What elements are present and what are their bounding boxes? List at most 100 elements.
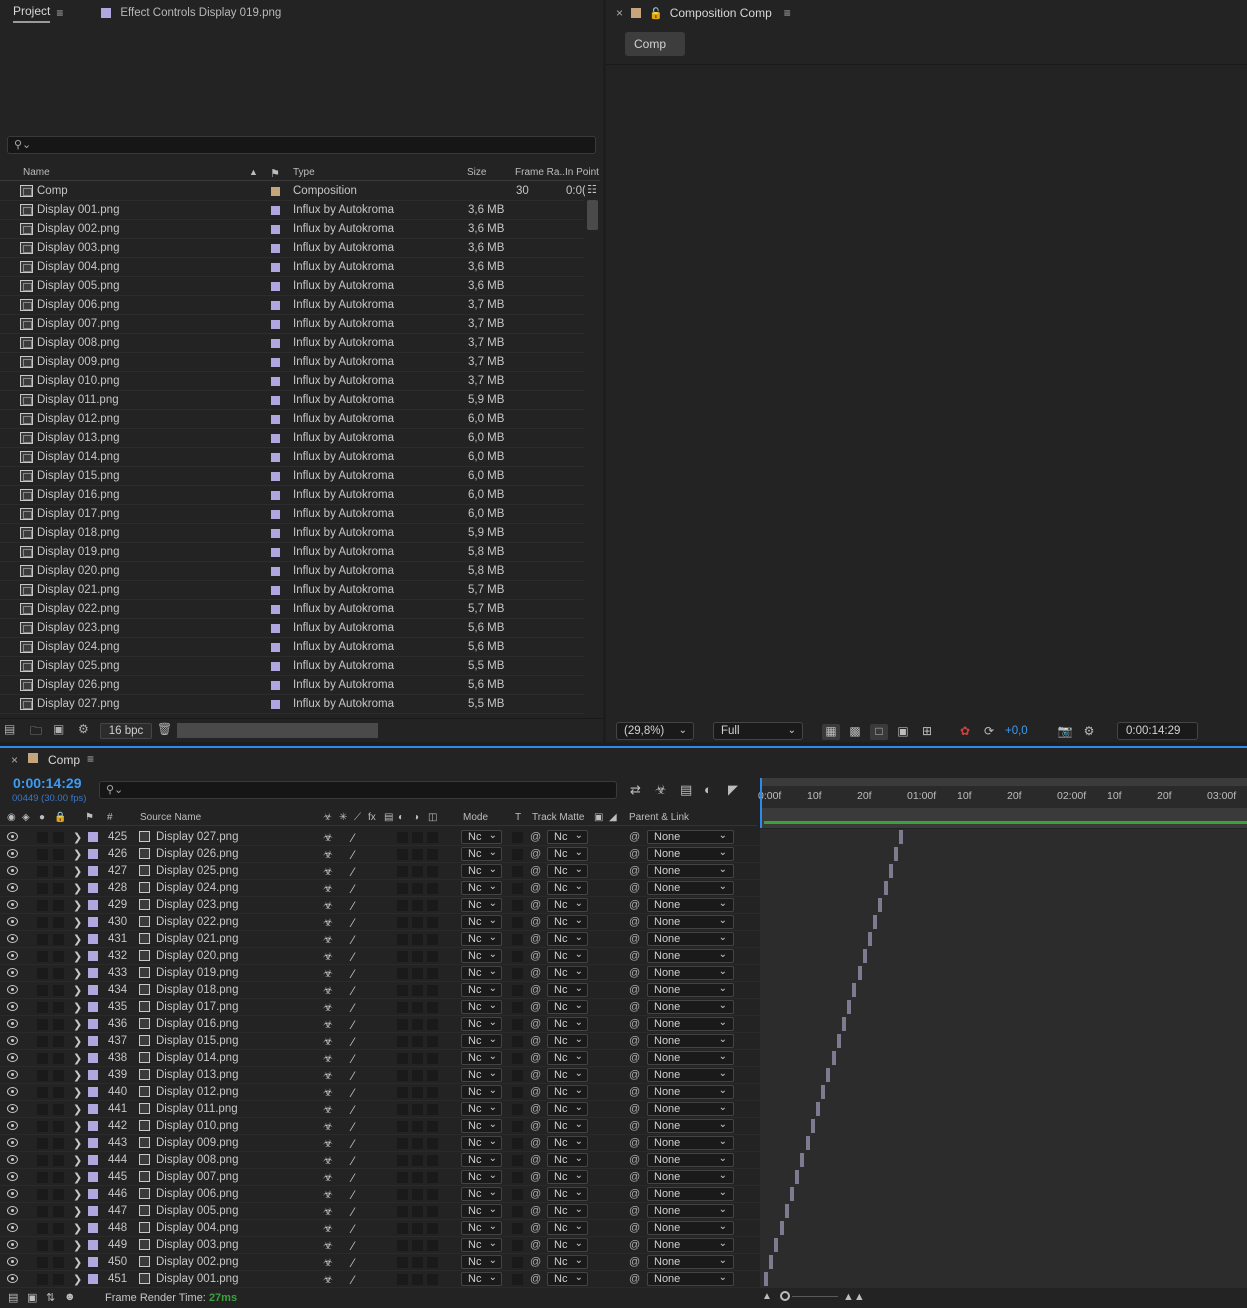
layer-source-name[interactable]: Display 024.png [156,882,238,894]
solo-toggle[interactable] [37,951,48,962]
blend-mode-dropdown[interactable]: Nc ⌄ [461,932,502,946]
switch-box[interactable] [397,934,408,945]
preserve-transparency-toggle[interactable] [512,1053,523,1064]
switch-box[interactable] [412,849,423,860]
quality-switch-icon[interactable]: ⁄ [352,1205,354,1219]
layer-track[interactable] [760,965,1247,982]
quality-switch-icon[interactable]: ⁄ [352,1120,354,1134]
switch-box[interactable] [412,1070,423,1081]
lock-icon[interactable]: 🔒 [54,812,66,823]
visibility-eye-icon[interactable] [7,1274,18,1283]
graph-editor-icon[interactable]: ◤ [728,782,738,798]
track-matte-dropdown[interactable]: Nc ⌄ [547,1272,588,1286]
switch-box[interactable] [427,917,438,928]
switch-box[interactable] [397,1070,408,1081]
switch-box[interactable] [397,1189,408,1200]
layer-duration-bar[interactable] [862,949,867,963]
matte-pickwhip-icon[interactable]: @ [530,1018,541,1030]
shy-switch-icon[interactable]: ☣ [323,1069,333,1082]
timeline-layer-row[interactable]: ❯ 430 Display 022.png ☣ ⁄ Nc ⌄ @ Nc ⌄ @ None ⌄ [0,914,1247,931]
switch-box[interactable] [427,1155,438,1166]
lock-toggle[interactable] [53,1223,64,1234]
switch-box[interactable] [412,1189,423,1200]
label-color-swatch[interactable] [271,700,280,709]
in-out-toggle-icon[interactable]: ⇅ [46,1291,55,1304]
switch-box[interactable] [397,917,408,928]
shy-switch-icon[interactable]: ☣ [323,1171,333,1184]
parent-pickwhip-icon[interactable]: @ [629,882,640,894]
expand-chevron-icon[interactable]: ❯ [73,933,82,946]
timeline-layer-row[interactable]: ❯ 449 Display 003.png ☣ ⁄ Nc ⌄ @ Nc ⌄ @ None ⌄ [0,1237,1247,1254]
parent-dropdown[interactable]: None ⌄ [647,983,734,997]
solo-toggle[interactable] [37,1053,48,1064]
timeline-layer-row[interactable]: ❯ 446 Display 006.png ☣ ⁄ Nc ⌄ @ Nc ⌄ @ None ⌄ [0,1186,1247,1203]
lock-toggle[interactable] [53,883,64,894]
shy-switch-icon[interactable]: ☣ [323,848,333,861]
expand-chevron-icon[interactable]: ❯ [73,967,82,980]
blend-mode-dropdown[interactable]: Nc ⌄ [461,1136,502,1150]
layer-label-swatch[interactable] [88,832,98,842]
switch-box[interactable] [427,832,438,843]
layer-label-swatch[interactable] [88,1070,98,1080]
switch-box[interactable] [397,1121,408,1132]
switch-box[interactable] [412,832,423,843]
timeline-search-input[interactable]: ⚲⌄ [99,781,617,799]
parent-dropdown[interactable]: None ⌄ [647,949,734,963]
switch-box[interactable] [427,985,438,996]
label-color-swatch[interactable] [271,187,280,196]
visibility-eye-icon[interactable] [7,1138,18,1147]
visibility-eye-icon[interactable] [7,1223,18,1232]
fast-preview-icon[interactable]: ▦ [822,724,840,740]
visibility-eye-icon[interactable] [7,1206,18,1215]
quality-switch-icon[interactable]: ⁄ [352,984,354,998]
switch-box[interactable] [397,1172,408,1183]
parent-pickwhip-icon[interactable]: @ [629,1239,640,1251]
preserve-transparency-toggle[interactable] [512,934,523,945]
label-color-swatch[interactable] [271,548,280,557]
layer-label-swatch[interactable] [88,985,98,995]
timeline-layer-row[interactable]: ❯ 440 Display 012.png ☣ ⁄ Nc ⌄ @ Nc ⌄ @ None ⌄ [0,1084,1247,1101]
lock-toggle[interactable] [53,1274,64,1285]
quality-switch-icon[interactable]: ⁄ [352,1103,354,1117]
track-matte-dropdown[interactable]: Nc ⌄ [547,1119,588,1133]
layer-track[interactable] [760,846,1247,863]
layer-source-name[interactable]: Display 020.png [156,950,238,962]
expand-chevron-icon[interactable]: ❯ [73,1086,82,1099]
project-item-row[interactable]: Display 008.png Influx by Autokroma 3,7 MB [0,334,584,353]
layer-label-swatch[interactable] [88,1138,98,1148]
timeline-layer-row[interactable]: ❯ 432 Display 020.png ☣ ⁄ Nc ⌄ @ Nc ⌄ @ None ⌄ [0,948,1247,965]
layer-label-swatch[interactable] [88,1189,98,1199]
quality-switch-icon[interactable]: ⁄ [352,1052,354,1066]
matte-pickwhip-icon[interactable]: @ [530,1188,541,1200]
collapse-switch-icon[interactable]: ✳ [339,812,347,823]
layer-label-swatch[interactable] [88,1019,98,1029]
lock-toggle[interactable] [53,917,64,928]
current-time-field[interactable]: 0:00:14:29 [1117,722,1198,740]
parent-pickwhip-icon[interactable]: @ [629,984,640,996]
expand-chevron-icon[interactable]: ❯ [73,1103,82,1116]
preserve-transparency-toggle[interactable] [512,883,523,894]
timeline-layer-row[interactable]: ❯ 448 Display 004.png ☣ ⁄ Nc ⌄ @ Nc ⌄ @ None ⌄ [0,1220,1247,1237]
parent-dropdown[interactable]: None ⌄ [647,864,734,878]
layer-track[interactable] [760,1118,1247,1135]
layer-label-swatch[interactable] [88,968,98,978]
quality-switch-icon[interactable]: ⁄ [352,831,354,845]
expand-chevron-icon[interactable]: ❯ [73,848,82,861]
quality-switch-icon[interactable]: ⁄ [352,1086,354,1100]
switch-box[interactable] [397,849,408,860]
label-color-swatch[interactable] [271,567,280,576]
switch-box[interactable] [397,1087,408,1098]
layer-source-name[interactable]: Display 022.png [156,916,238,928]
parent-pickwhip-icon[interactable]: @ [629,1222,640,1234]
parent-pickwhip-icon[interactable]: @ [629,1205,640,1217]
layer-label-swatch[interactable] [88,866,98,876]
quality-switch-icon[interactable]: ⁄ [352,1035,354,1049]
preserve-transparency-toggle[interactable] [512,1223,523,1234]
expand-chevron-icon[interactable]: ❯ [73,1052,82,1065]
3d-layer-switch-icon[interactable]: ◫ [428,812,437,823]
project-item-row[interactable]: Comp Composition 30 0:0( [0,182,585,201]
layer-duration-bar[interactable] [784,1204,789,1218]
layer-track[interactable] [760,1101,1247,1118]
preserve-transparency-toggle[interactable] [512,1121,523,1132]
parent-dropdown[interactable]: None ⌄ [647,1170,734,1184]
